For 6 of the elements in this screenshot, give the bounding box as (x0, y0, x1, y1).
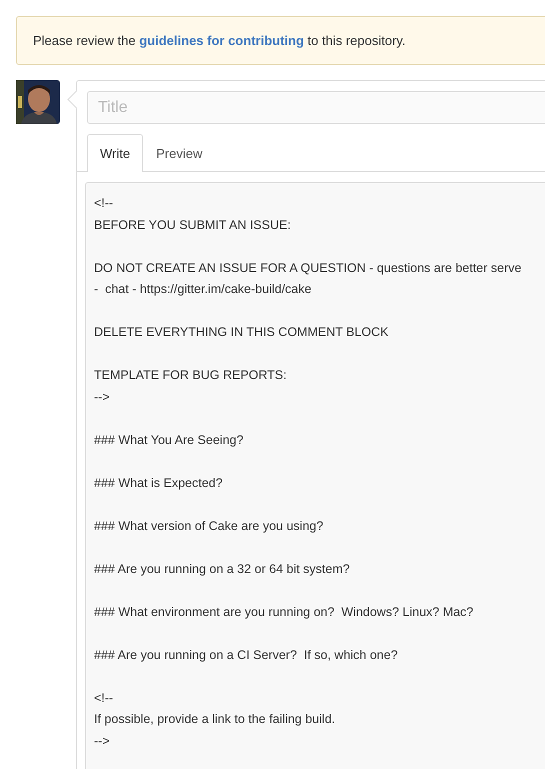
notice-text: Please review the guidelines for contributing to this repository. (33, 33, 406, 48)
tab[interactable]: Preview (143, 134, 216, 172)
tab[interactable]: Write (87, 134, 144, 172)
issue-body-field[interactable]: <!-- BEFORE YOU SUBMIT AN ISSUE: DO NOT CREATE AN ISSUE FOR A QUESTION - questions are better serve - chat - https://gitter.im/cake-build/cake DELETE EVERYTHING IN THIS COMMENT BLOCK TEMPLATE FOR BUG REPORTS: --> ### What You Are Seeing? ### What is Expected? ### What version of Cake are you using? ### Are you running on a 32 or 64 bit system? ### What environment are you running on? Windows? Linux? Mac? ### Are you running on a CI Server? If so, which one? <!-- If possible, provide a link to the failing build. --> (85, 182, 545, 769)
title-field[interactable]: Title (87, 91, 545, 124)
guidelines-link[interactable]: guidelines for contributing (139, 33, 304, 48)
